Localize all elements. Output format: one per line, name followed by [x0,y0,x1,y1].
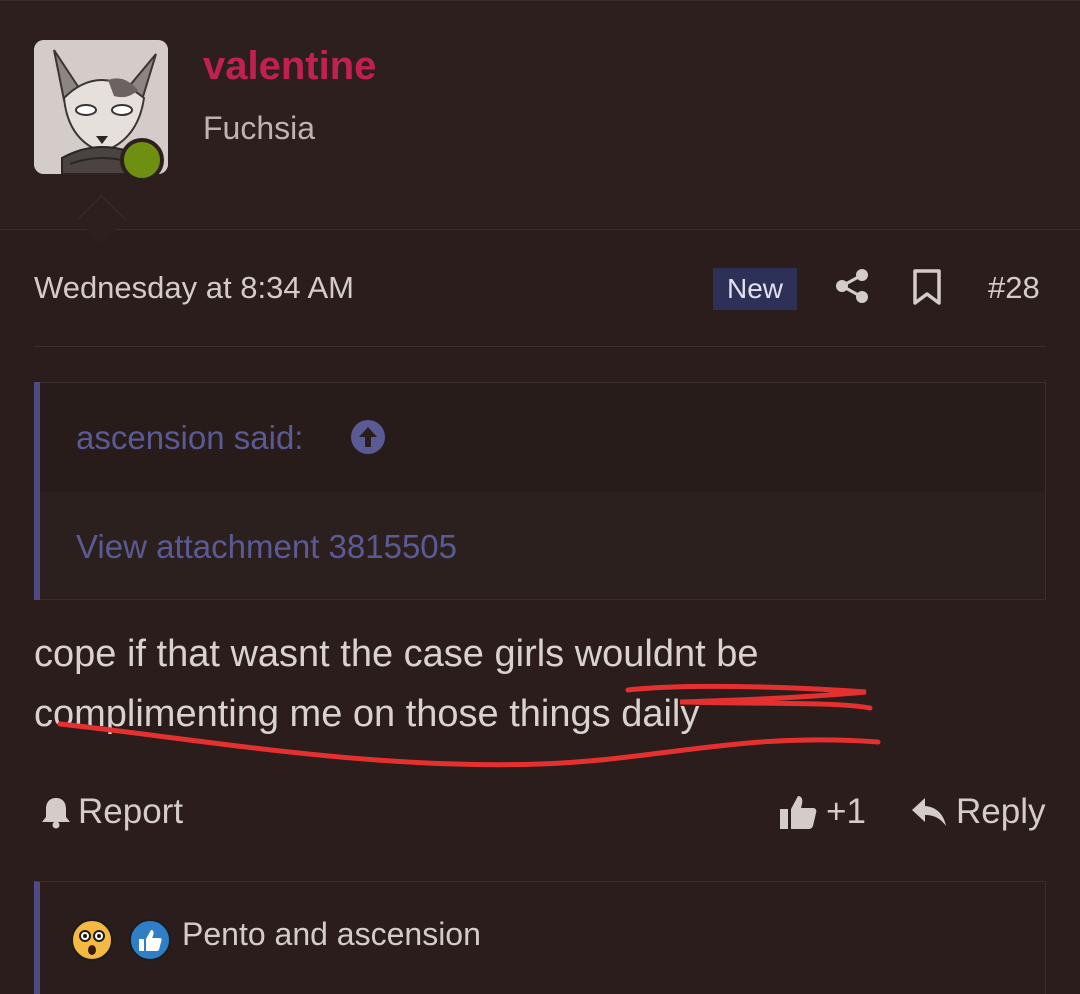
reactors-list[interactable]: Pento and ascension [182,916,481,953]
reply-arrow-icon [912,798,946,826]
share-icon[interactable] [834,268,870,304]
post-timestamp[interactable]: Wednesday at 8:34 AM [34,270,354,306]
meta-divider [34,346,1046,347]
report-label: Report [78,792,184,831]
username[interactable]: valentine [203,44,376,89]
post-meta: Wednesday at 8:34 AM New #28 [34,262,1046,314]
reply-label: Reply [956,792,1046,831]
quote-block: ascension said: View attachment 3815505 [34,382,1046,600]
like-button[interactable]: +1 [778,790,866,834]
arrow-up-circle-icon[interactable] [350,419,386,455]
quote-header: ascension said: [40,382,1046,492]
quote-body: View attachment 3815505 [40,492,1046,600]
quote-author: ascension said: [76,419,304,456]
wow-reaction-icon [71,919,113,961]
online-status-indicator [120,138,164,182]
new-badge: New [713,268,797,310]
user-title: Fuchsia [203,110,316,146]
reply-button[interactable]: Reply [910,790,1045,834]
like-count: +1 [826,792,866,831]
red-underline-annotation [57,683,881,768]
header-divider [0,229,1080,230]
like-reaction-icon [129,919,171,961]
bell-icon [42,798,70,829]
view-attachment-link[interactable]: View attachment 3815505 [76,528,457,566]
bookmark-icon[interactable] [912,268,942,306]
report-button[interactable]: Report [40,790,183,834]
post-number[interactable]: #28 [988,270,1040,306]
reactions-bar[interactable]: Pento and ascension [34,881,1046,994]
thumbs-up-icon [780,796,817,829]
